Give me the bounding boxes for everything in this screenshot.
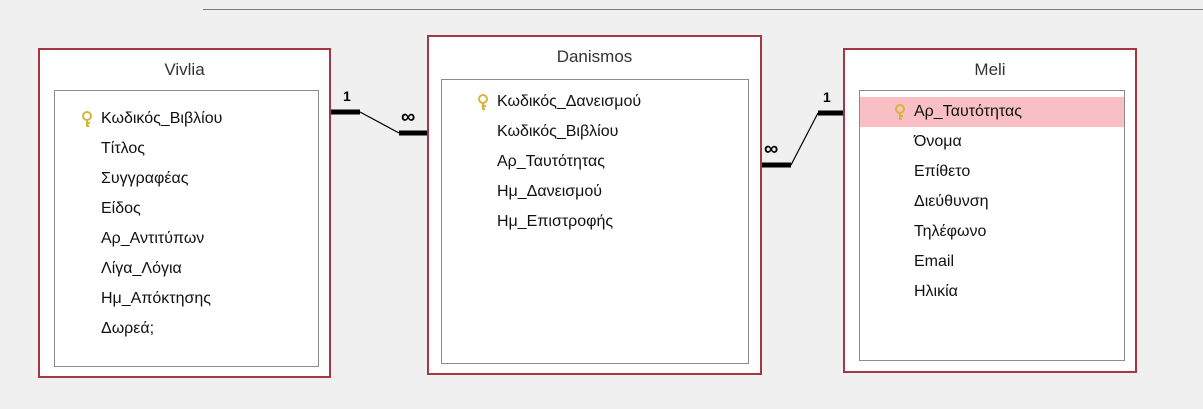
field-row[interactable]: Κωδικός_Βιβλίου	[442, 117, 748, 147]
field-row[interactable]: Τηλέφωνο	[860, 217, 1124, 247]
field-label: Όνομα	[914, 133, 962, 150]
field-row[interactable]: Δωρεά;	[55, 314, 318, 344]
primary-key-icon	[895, 104, 905, 120]
field-list[interactable]: Κωδικός_Δανεισμού Κωδικός_Βιβλίου Αρ_Ταυ…	[441, 79, 749, 364]
field-label: Επίθετο	[914, 163, 971, 180]
primary-key-icon	[82, 111, 92, 127]
field-label: Ημ_Απόκτησης	[101, 290, 211, 307]
table-vivlia[interactable]: Vivlia Κωδικός_Βιβλίου Τίτλος Συγγραφέας…	[38, 48, 331, 378]
field-label: Δωρεά;	[101, 320, 155, 337]
field-row-selected[interactable]: Αρ_Ταυτότητας	[860, 97, 1124, 127]
table-title[interactable]: Danismos	[429, 37, 760, 77]
table-title[interactable]: Meli	[845, 50, 1135, 90]
field-row[interactable]: Κωδικός_Βιβλίου	[55, 104, 318, 134]
field-label: Κωδικός_Βιβλίου	[101, 110, 223, 127]
field-label: Συγγραφέας	[101, 170, 189, 187]
field-row[interactable]: Συγγραφέας	[55, 164, 318, 194]
field-row[interactable]: Τίτλος	[55, 134, 318, 164]
field-label: Τηλέφωνο	[914, 223, 987, 240]
canvas-top-border	[203, 9, 1203, 10]
field-label: Ημ_Δανεισμού	[497, 183, 603, 200]
field-list[interactable]: Αρ_Ταυτότητας Όνομα Επίθετο Διεύθυνση Τη…	[859, 90, 1125, 361]
field-label: Τίτλος	[101, 140, 146, 157]
cardinality-one-label: 1	[823, 89, 831, 105]
field-label: Αρ_Ταυτότητας	[497, 153, 605, 170]
field-row[interactable]: Ημ_Απόκτησης	[55, 284, 318, 314]
field-row[interactable]: Email	[860, 247, 1124, 277]
field-row[interactable]: Κωδικός_Δανεισμού	[442, 87, 748, 117]
field-label: Αρ_Αντιτύπων	[101, 230, 205, 247]
table-meli[interactable]: Meli Αρ_Ταυτότητας Όνομα Επίθετο Διεύθυν…	[843, 48, 1137, 373]
field-label: Αρ_Ταυτότητας	[914, 103, 1022, 120]
field-label: Email	[914, 253, 955, 270]
field-row[interactable]: Διεύθυνση	[860, 187, 1124, 217]
field-label: Κωδικός_Δανεισμού	[497, 93, 642, 110]
cardinality-one-label: 1	[343, 88, 351, 104]
field-row[interactable]: Είδος	[55, 194, 318, 224]
cardinality-many-label: ∞	[764, 138, 779, 160]
field-row[interactable]: Αρ_Αντιτύπων	[55, 224, 318, 254]
field-row[interactable]: Ημ_Δανεισμού	[442, 177, 748, 207]
field-row[interactable]: Αρ_Ταυτότητας	[442, 147, 748, 177]
primary-key-icon	[478, 94, 488, 110]
field-label: Ημ_Επιστροφής	[497, 213, 614, 230]
field-row[interactable]: Επίθετο	[860, 157, 1124, 187]
field-label: Λίγα_Λόγια	[101, 260, 182, 277]
table-danismos[interactable]: Danismos Κωδικός_Δανεισμού Κωδικός_Βιβλί…	[427, 35, 762, 375]
field-row[interactable]: Λίγα_Λόγια	[55, 254, 318, 284]
table-title[interactable]: Vivlia	[40, 50, 329, 90]
cardinality-many-label: ∞	[401, 106, 416, 128]
field-label: Ηλικία	[914, 283, 958, 300]
field-label: Κωδικός_Βιβλίου	[497, 123, 619, 140]
field-row[interactable]: Όνομα	[860, 127, 1124, 157]
field-label: Είδος	[101, 200, 141, 217]
field-label: Διεύθυνση	[914, 193, 989, 210]
field-list[interactable]: Κωδικός_Βιβλίου Τίτλος Συγγραφέας Είδος …	[54, 90, 319, 367]
field-row[interactable]: Ημ_Επιστροφής	[442, 207, 748, 237]
field-row[interactable]: Ηλικία	[860, 277, 1124, 307]
